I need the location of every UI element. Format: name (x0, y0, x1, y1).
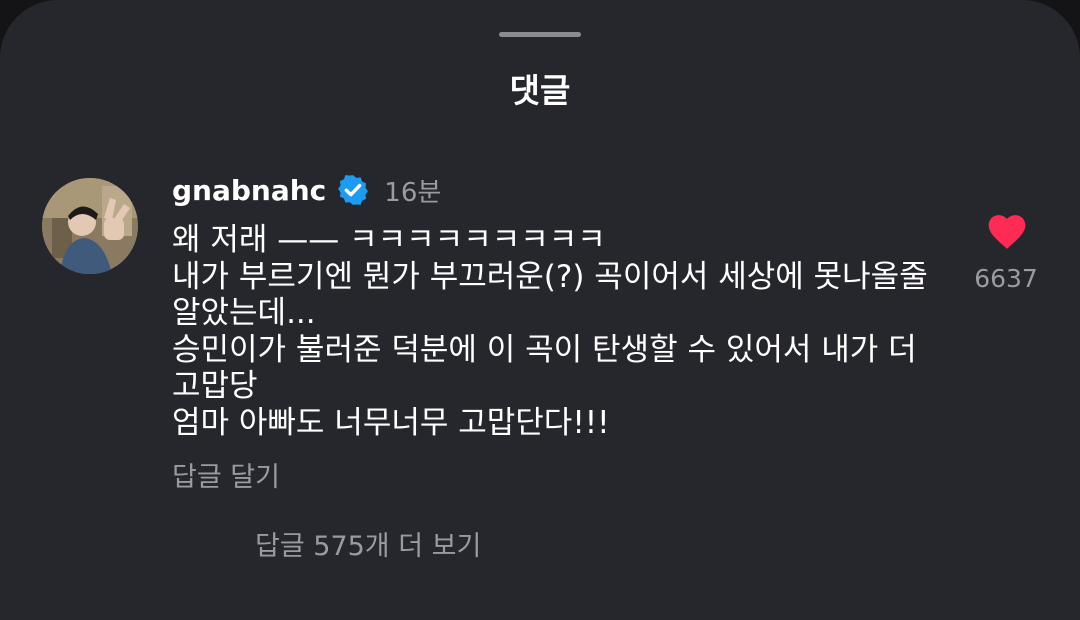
view-more-replies-button[interactable]: 답글 575개 더 보기 (255, 524, 481, 563)
comment-text: 왜 저래 —— ㅋㅋㅋㅋㅋㅋㅋㅋㅋ 내가 부르기엔 뭔가 부끄러운(?) 곡이어… (172, 222, 952, 441)
verified-badge-icon (336, 173, 370, 207)
reply-button[interactable]: 답글 달기 (172, 455, 280, 494)
like-count: 6637 (974, 264, 1038, 293)
comment-line: 내가 부르기엔 뭔가 부끄러운(?) 곡이어서 세상에 못나올줄 (172, 258, 928, 295)
comment-line: 알았는데... (172, 295, 316, 331)
comment-line: 고맙당 (172, 368, 258, 404)
comment-line: 승민이가 불러준 덕분에 이 곡이 탄생할 수 있어서 내가 더 (172, 331, 917, 368)
sheet-title: 댓글 (509, 71, 571, 110)
avatar[interactable] (42, 178, 138, 274)
comment-header: gnabnahc 16분 (172, 170, 441, 210)
comments-sheet: 댓글 gnabnahc 16분 왜 저래 —— ㅋㅋㅋㅋㅋㅋㅋㅋㅋ 내가 부르기… (0, 0, 1080, 620)
drag-handle[interactable] (499, 32, 581, 37)
comment-timestamp: 16분 (384, 177, 442, 208)
comment-line: 엄마 아빠도 너무너무 고맙단다!!! (172, 404, 610, 441)
heart-icon[interactable] (985, 210, 1029, 254)
comment-username[interactable]: gnabnahc (172, 174, 326, 207)
comment-line: 왜 저래 —— ㅋㅋㅋㅋㅋㅋㅋㅋㅋ (172, 222, 606, 258)
